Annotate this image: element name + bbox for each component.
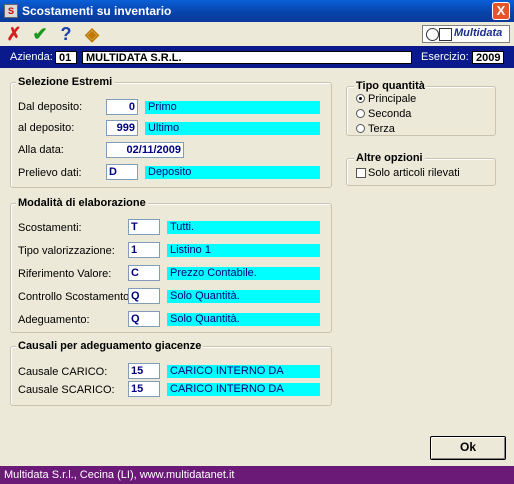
riferimento-valore-label: Riferimento Valore: xyxy=(18,268,112,280)
tool-icon[interactable]: ◈ xyxy=(82,24,102,44)
riferimento-valore-desc: Prezzo Contabile. xyxy=(167,267,320,280)
causale-scarico-input[interactable]: 15 xyxy=(128,381,160,397)
tipo-valorizzazione-desc: Listino 1 xyxy=(167,244,320,257)
title-bar[interactable]: S Scostamenti su inventario X xyxy=(0,0,514,22)
logo-circle-icon xyxy=(426,28,439,41)
scostamenti-desc: Tutti. xyxy=(167,221,320,234)
app-icon: S xyxy=(4,4,18,18)
company-bar: Azienda: 01 MULTIDATA S.R.L. Esercizio: … xyxy=(0,46,514,68)
help-icon[interactable]: ? xyxy=(56,24,76,44)
controllo-scostamento-label: Controllo Scostamento: xyxy=(18,291,133,303)
logo-box-icon xyxy=(439,28,452,41)
ok-button[interactable]: Ok xyxy=(430,436,506,460)
dal-deposito-desc: Primo xyxy=(145,101,320,114)
radio-principale-dot[interactable] xyxy=(356,94,365,103)
multidata-logo: Multidata xyxy=(422,25,510,43)
prelievo-input[interactable]: D xyxy=(106,164,138,180)
causale-carico-input[interactable]: 15 xyxy=(128,363,160,379)
alla-data-label: Alla data: xyxy=(18,144,64,156)
selezione-title: Selezione Estremi xyxy=(16,76,115,88)
scostamenti-input[interactable]: T xyxy=(128,219,160,235)
logo-text: Multidata xyxy=(454,27,503,39)
dialog-window: S Scostamenti su inventario X ✗ ✔ ? ◈ Mu… xyxy=(0,0,514,484)
dal-deposito-input[interactable]: 0 xyxy=(106,99,138,115)
al-deposito-input[interactable]: 999 xyxy=(106,120,138,136)
scostamenti-label: Scostamenti: xyxy=(18,222,82,234)
window-title: Scostamenti su inventario xyxy=(22,4,172,18)
prelievo-label: Prelievo dati: xyxy=(18,167,82,179)
radio-terza-label: Terza xyxy=(368,123,395,135)
riferimento-valore-input[interactable]: C xyxy=(128,265,160,281)
confirm-icon[interactable]: ✔ xyxy=(30,24,50,44)
controllo-scostamento-input[interactable]: Q xyxy=(128,288,160,304)
tipo-valorizzazione-input[interactable]: 1 xyxy=(128,242,160,258)
tipo-valorizzazione-label: Tipo valorizzazione: xyxy=(18,245,115,257)
azienda-label: Azienda: xyxy=(10,51,53,63)
status-bar: Multidata S.r.l., Cecina (LI), www.multi… xyxy=(0,466,514,484)
close-button[interactable]: X xyxy=(492,2,510,20)
controllo-scostamento-desc: Solo Quantità. xyxy=(167,290,320,303)
al-deposito-label: al deposito: xyxy=(18,122,75,134)
modalita-title: Modalità di elaborazione xyxy=(16,197,148,209)
adeguamento-desc: Solo Quantità. xyxy=(167,313,320,326)
alla-data-input[interactable]: 02/11/2009 xyxy=(106,142,184,158)
causali-title: Causali per adeguamento giacenze xyxy=(16,340,204,352)
solo-articoli-label: Solo articoli rilevati xyxy=(368,167,460,179)
cancel-icon[interactable]: ✗ xyxy=(4,24,24,44)
radio-principale-label: Principale xyxy=(368,93,417,105)
radio-seconda-label: Seconda xyxy=(368,108,412,120)
causale-carico-label: Causale CARICO: xyxy=(18,366,108,378)
adeguamento-label: Adeguamento: xyxy=(18,314,90,326)
adeguamento-input[interactable]: Q xyxy=(128,311,160,327)
causale-scarico-label: Causale SCARICO: xyxy=(18,384,115,396)
esercizio-label: Esercizio: xyxy=(421,51,469,63)
al-deposito-desc: Ultimo xyxy=(145,122,320,135)
azienda-name: MULTIDATA S.R.L. xyxy=(82,51,412,64)
azienda-code: 01 xyxy=(55,51,77,64)
esercizio-value: 2009 xyxy=(472,51,504,64)
tipo-quantita-title: Tipo quantità xyxy=(354,80,427,92)
dal-deposito-label: Dal deposito: xyxy=(18,101,83,113)
solo-articoli-checkbox[interactable] xyxy=(356,168,366,178)
radio-terza-dot[interactable] xyxy=(356,124,365,133)
prelievo-desc: Deposito xyxy=(145,166,320,179)
altre-opzioni-title: Altre opzioni xyxy=(354,152,425,164)
radio-seconda-dot[interactable] xyxy=(356,109,365,118)
causale-carico-desc: CARICO INTERNO DA xyxy=(167,365,320,378)
causale-scarico-desc: CARICO INTERNO DA xyxy=(167,383,320,396)
